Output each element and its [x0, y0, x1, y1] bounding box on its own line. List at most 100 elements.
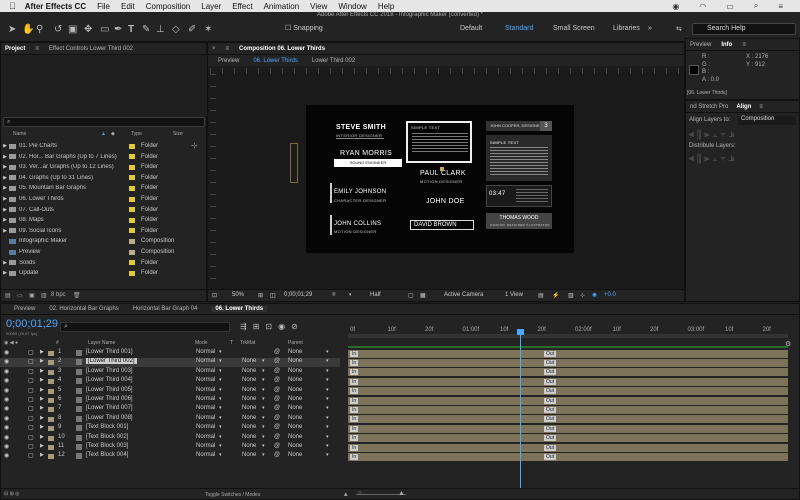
solo-toggle[interactable]: ▢ [28, 396, 34, 403]
wifi-icon[interactable]: ◠ [699, 2, 706, 11]
pan-behind-tool-icon[interactable]: ✥ [84, 24, 92, 35]
in-point-marker[interactable]: In [350, 435, 359, 442]
layer-parent[interactable]: None [288, 443, 302, 449]
layer-track-bar[interactable]: In Out [348, 405, 788, 414]
layer-track-bar[interactable]: In Out [348, 434, 788, 443]
pick-whip-icon[interactable]: @ [274, 368, 280, 374]
layer-parent[interactable]: None [288, 349, 302, 355]
breadcrumb-preview[interactable]: Preview [218, 58, 239, 64]
apple-icon[interactable]:  [9, 1, 16, 11]
layer-parent[interactable]: None [288, 415, 302, 421]
layer-row[interactable]: ◉ ▢ ▶ 6 [Lower Third 006] Normal ▾ None ▾ @ None ▾ [0, 396, 340, 405]
label-color-chip[interactable] [129, 175, 135, 181]
chevron-down-icon[interactable]: ▾ [219, 434, 222, 440]
col-name[interactable]: Name [13, 131, 26, 137]
type-tool-icon[interactable]: T [128, 24, 134, 35]
resolution-select[interactable]: Half [370, 292, 381, 298]
eye-icon[interactable]: ◉ [4, 396, 9, 403]
color-channel-icon[interactable]: ◑ [348, 292, 352, 298]
eye-icon[interactable]: ◉ [4, 387, 9, 394]
layer-label-chip[interactable] [48, 416, 54, 422]
disclosure-triangle-icon[interactable]: ▶ [40, 396, 44, 402]
layer-track-bar[interactable]: In Out [348, 415, 788, 424]
layer-track-bar[interactable]: In Out [348, 377, 788, 386]
out-point-marker[interactable]: Out [544, 359, 557, 366]
rotate-tool-icon[interactable]: ↺ [54, 24, 62, 35]
disclosure-triangle-icon[interactable]: ▶ [40, 434, 44, 440]
status-icon[interactable]: ◉ [672, 2, 679, 11]
solo-toggle[interactable]: ▢ [28, 443, 34, 450]
col-parent[interactable]: Parent [288, 340, 303, 346]
layer-row[interactable]: ◉ ▢ ▶ 4 [Lower Third 004] Normal ▾ None ▾ @ None ▾ [0, 377, 340, 386]
interpret-footage-icon[interactable]: ▤ [5, 292, 11, 299]
project-item[interactable]: ▶ Update Folder [1, 268, 206, 278]
layer-trkmat[interactable]: None [242, 405, 256, 411]
project-item[interactable]: ▶ 01. Pie Charts Folder [1, 141, 206, 151]
layer-label-chip[interactable] [48, 426, 54, 432]
layer-parent[interactable]: None [288, 358, 302, 364]
chevron-down-icon[interactable]: ▾ [219, 424, 222, 430]
toggle-switches-modes[interactable]: Toggle Switches / Modes [205, 492, 260, 498]
chevron-down-icon[interactable]: ▾ [219, 358, 222, 364]
layer-name[interactable]: [Lower Third 004] [86, 377, 133, 383]
solo-toggle[interactable]: ▢ [28, 452, 34, 459]
eye-icon[interactable]: ◉ [4, 443, 9, 450]
sync-icon[interactable]: ⇆ [676, 25, 682, 33]
layer-parent[interactable]: None [288, 368, 302, 374]
pick-whip-icon[interactable]: @ [274, 405, 280, 411]
disclosure-triangle-icon[interactable]: ▶ [40, 424, 44, 430]
disclosure-triangle-icon[interactable]: ▶ [1, 196, 9, 202]
comp-timecode[interactable]: 0;00;01;29 [284, 292, 312, 298]
menu-help[interactable]: Help [378, 2, 394, 11]
layer-trkmat[interactable]: None [242, 396, 256, 402]
layer-label-chip[interactable] [48, 454, 54, 460]
align-buttons-icon[interactable]: ⫷⫼⫸⫠⫟⫡ [689, 129, 737, 140]
workspace-menu-icon[interactable]: » [648, 25, 652, 32]
layer-mode[interactable]: Normal [196, 368, 215, 374]
layer-name[interactable]: [Text Block 002] [86, 434, 128, 440]
pick-whip-icon[interactable]: @ [274, 349, 280, 355]
layer-track-bar[interactable]: In Out [348, 452, 788, 461]
chevron-down-icon[interactable]: ▾ [262, 424, 265, 430]
project-item[interactable]: Infographic Maker Composition [1, 236, 206, 246]
magnify-icon[interactable]: ⊡ [212, 292, 217, 299]
out-point-marker[interactable]: Out [544, 435, 557, 442]
project-item[interactable]: ▶ Solids Folder [1, 258, 206, 268]
solo-toggle[interactable]: ▢ [28, 358, 34, 365]
project-item[interactable]: ▶ 08. Maps Folder [1, 215, 206, 225]
tab-tl-lower-thirds[interactable]: 06. Lower Thirds [211, 305, 268, 312]
eye-icon[interactable]: ◉ [4, 358, 9, 365]
panel-menu-icon[interactable]: ≡ [226, 46, 230, 52]
panel-menu-icon[interactable]: ≡ [35, 46, 39, 52]
sort-arrow-icon[interactable]: ▲ [101, 131, 106, 137]
chevron-down-icon[interactable]: ▾ [326, 405, 329, 411]
layer-label-chip[interactable] [48, 360, 54, 366]
project-item[interactable]: ▶ 02. Hor... Bar Graphs (Up to 7 Lines) Fo… [1, 152, 206, 162]
eye-icon[interactable]: ◉ [4, 405, 9, 412]
chevron-down-icon[interactable]: ▾ [219, 349, 222, 355]
visibility-col-icon[interactable]: ◉ ◀ ● [4, 340, 18, 346]
disclosure-triangle-icon[interactable]: ▶ [1, 154, 9, 160]
label-color-chip[interactable] [129, 228, 135, 234]
col-type[interactable]: Type [131, 131, 142, 137]
breadcrumb-lower-thirds[interactable]: 06. Lower Thirds [253, 58, 298, 64]
views-select[interactable]: 1 View [505, 292, 523, 298]
chevron-down-icon[interactable]: ▾ [326, 396, 329, 402]
layer-mode[interactable]: Normal [196, 349, 215, 355]
pick-whip-icon[interactable]: @ [274, 452, 280, 458]
snapping-toggle[interactable]: ☐ Snapping [285, 24, 323, 32]
col-mode[interactable]: Mode [195, 340, 208, 346]
layer-mode[interactable]: Normal [196, 405, 215, 411]
layer-trkmat[interactable]: None [242, 358, 256, 364]
camera-tool-icon[interactable]: ▣ [68, 24, 77, 35]
disclosure-triangle-icon[interactable]: ▶ [40, 368, 44, 374]
layer-row[interactable]: ◉ ▢ ▶ 7 [Lower Third 007] Normal ▾ None ▾ @ None ▾ [0, 405, 340, 414]
panel-menu-icon[interactable]: ≡ [742, 42, 746, 48]
in-point-marker[interactable]: In [350, 406, 359, 413]
layer-name[interactable]: [Lower Third 005] [86, 387, 133, 393]
chevron-down-icon[interactable]: ▾ [219, 443, 222, 449]
menu-app-name[interactable]: After Effects CC [25, 2, 86, 11]
project-item[interactable]: ▶ 06. Lower Thirds Folder [1, 194, 206, 204]
label-column-icon[interactable]: ◆ [111, 131, 115, 137]
chevron-down-icon[interactable]: ▾ [262, 358, 265, 364]
